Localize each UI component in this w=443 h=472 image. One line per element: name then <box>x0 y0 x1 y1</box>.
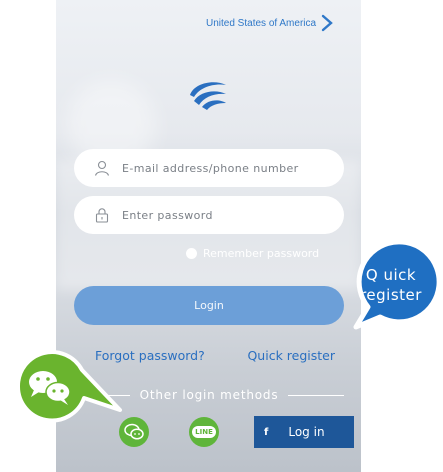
line-icon: LINE <box>192 426 216 438</box>
quick-register-callout-text: Q uick register <box>349 265 433 305</box>
password-field-container[interactable] <box>74 196 344 234</box>
remember-radio[interactable] <box>186 248 197 259</box>
lock-icon <box>95 208 109 223</box>
email-input[interactable] <box>122 161 322 175</box>
facebook-icon: f <box>264 426 269 438</box>
country-selector[interactable]: United States of America <box>206 14 334 32</box>
login-button-label: Login <box>194 299 224 312</box>
country-label: United States of America <box>206 17 317 29</box>
facebook-login-button[interactable]: f Log in <box>254 416 354 448</box>
app-logo-icon <box>190 82 226 110</box>
callout-line: register <box>360 286 422 304</box>
auth-links: Forgot password? Quick register <box>95 348 335 363</box>
remember-label: Remember password <box>203 247 320 260</box>
quick-register-link[interactable]: Quick register <box>247 348 335 363</box>
chevron-right-icon <box>321 14 333 32</box>
callout-line: Q uick <box>365 266 417 284</box>
facebook-login-label: Log in <box>288 425 325 439</box>
divider-line <box>288 394 345 396</box>
wechat-icon <box>124 423 144 440</box>
line-login-button[interactable]: LINE <box>189 417 219 447</box>
other-login-heading: Other login methods <box>139 388 279 402</box>
wechat-callout <box>15 350 122 423</box>
login-button[interactable]: Login <box>74 286 344 325</box>
email-field-container[interactable] <box>74 149 344 187</box>
remember-password-toggle[interactable]: Remember password <box>186 247 319 260</box>
user-icon <box>94 160 110 176</box>
password-input[interactable] <box>122 208 322 222</box>
